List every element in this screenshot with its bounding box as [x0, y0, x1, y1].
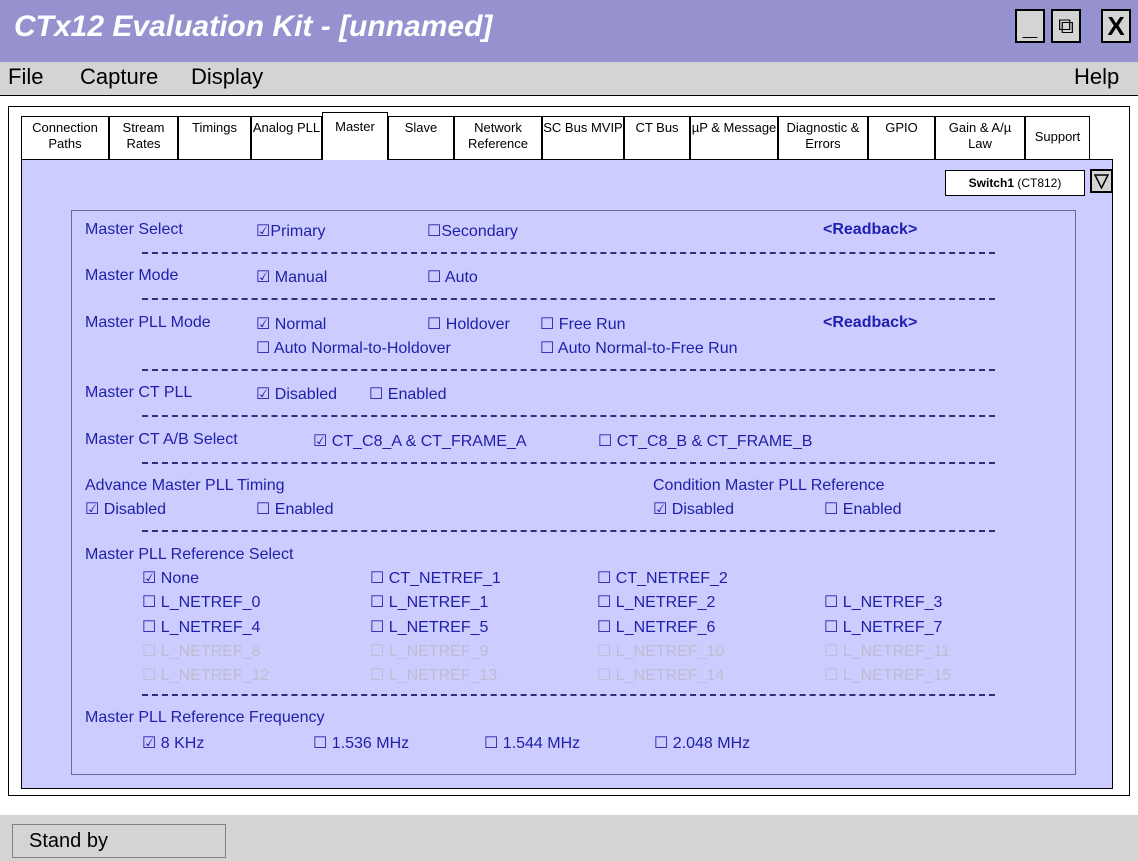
- condition-ref-label: Condition Master PLL Reference: [653, 477, 885, 494]
- tab-connection-paths[interactable]: Connection Paths: [21, 116, 109, 160]
- condition-enabled-checkbox[interactable]: ☐ Enabled: [824, 499, 902, 519]
- window-title: CTx12 Evaluation Kit - [unnamed]: [14, 10, 493, 43]
- tab-sc-bus-mvip[interactable]: SC Bus MVIP: [542, 116, 624, 160]
- master-pll-mode-label: Master PLL Mode: [85, 314, 211, 331]
- tab-gpio[interactable]: GPIO: [868, 116, 935, 160]
- master-mode-auto-checkbox[interactable]: ☐ Auto: [427, 267, 478, 287]
- separator: [142, 298, 995, 300]
- freq-1544-checkbox[interactable]: ☐ 1.544 MHz: [484, 733, 580, 753]
- ref-freq-label: Master PLL Reference Frequency: [85, 709, 325, 726]
- ref-l-netref-13-checkbox[interactable]: ☐ L_NETREF_13: [370, 665, 497, 685]
- advance-enabled-checkbox[interactable]: ☐ Enabled: [256, 499, 334, 519]
- minimize-button[interactable]: _: [1015, 9, 1045, 43]
- ref-l-netref-1-checkbox[interactable]: ☐ L_NETREF_1: [370, 592, 488, 612]
- master-select-label: Master Select: [85, 221, 183, 238]
- freq-8khz-checkbox[interactable]: ☑ 8 KHz: [142, 733, 204, 753]
- ref-l-netref-12-checkbox[interactable]: ☐ L_NETREF_12: [142, 665, 269, 685]
- ct-b-select-checkbox[interactable]: ☐ CT_C8_B & CT_FRAME_B: [598, 431, 812, 451]
- tab-slave[interactable]: Slave: [388, 116, 454, 160]
- ref-l-netref-4-checkbox[interactable]: ☐ L_NETREF_4: [142, 617, 260, 637]
- ct-a-select-checkbox[interactable]: ☑ CT_C8_A & CT_FRAME_A: [313, 431, 527, 451]
- ct-pll-disabled-checkbox[interactable]: ☑ Disabled: [256, 384, 337, 404]
- ref-l-netref-15-checkbox[interactable]: ☐ L_NETREF_15: [824, 665, 951, 685]
- ref-l-netref-6-checkbox[interactable]: ☐ L_NETREF_6: [597, 617, 715, 637]
- freq-2048-checkbox[interactable]: ☐ 2.048 MHz: [654, 733, 750, 753]
- ct-pll-enabled-checkbox[interactable]: ☐ Enabled: [369, 384, 447, 404]
- separator: [142, 694, 995, 696]
- pll-mode-auto-holdover-checkbox[interactable]: ☐ Auto Normal-to-Holdover: [256, 338, 451, 358]
- tab-master[interactable]: Master: [322, 112, 388, 160]
- master-ct-pll-label: Master CT PLL: [85, 384, 193, 401]
- separator: [142, 462, 995, 464]
- separator: [142, 252, 995, 254]
- ref-l-netref-9-checkbox[interactable]: ☐ L_NETREF_9: [370, 641, 488, 661]
- advance-timing-label: Advance Master PLL Timing: [85, 477, 285, 494]
- master-mode-label: Master Mode: [85, 267, 179, 284]
- ref-l-netref-14-checkbox[interactable]: ☐ L_NETREF_14: [597, 665, 724, 685]
- menu-capture[interactable]: Capture: [80, 64, 158, 90]
- triangle-down-icon: [1094, 173, 1109, 189]
- tab-support[interactable]: Support: [1025, 116, 1090, 160]
- tab-timings[interactable]: Timings: [178, 116, 251, 160]
- ref-l-netref-3-checkbox[interactable]: ☐ L_NETREF_3: [824, 592, 942, 612]
- ref-l-netref-5-checkbox[interactable]: ☐ L_NETREF_5: [370, 617, 488, 637]
- switch-dropdown-button[interactable]: [1090, 169, 1113, 193]
- minimize-icon: _: [1022, 10, 1038, 41]
- close-icon: X: [1107, 10, 1125, 41]
- menu-file[interactable]: File: [8, 64, 43, 90]
- switch-model: (CT812): [1017, 176, 1062, 190]
- master-select-readback-link[interactable]: <Readback>: [823, 221, 917, 239]
- pll-mode-free-run-checkbox[interactable]: ☐ Free Run: [540, 314, 625, 334]
- tab-gain-a-law[interactable]: Gain & A/µ Law: [935, 116, 1025, 160]
- tab-ct-bus[interactable]: CT Bus: [624, 116, 690, 160]
- pll-mode-readback-link[interactable]: <Readback>: [823, 314, 917, 332]
- tab-p-message[interactable]: µP & Message: [690, 116, 778, 160]
- pll-mode-normal-checkbox[interactable]: ☑ Normal: [256, 314, 326, 334]
- status-text: Stand by: [12, 824, 226, 858]
- title-bar: CTx12 Evaluation Kit - [unnamed]: [0, 0, 1138, 62]
- tab-diagnostic-errors[interactable]: Diagnostic & Errors: [778, 116, 868, 160]
- ref-l-netref-2-checkbox[interactable]: ☐ L_NETREF_2: [597, 592, 715, 612]
- master-ct-ab-label: Master CT A/B Select: [85, 431, 238, 448]
- ref-l-netref-7-checkbox[interactable]: ☐ L_NETREF_7: [824, 617, 942, 637]
- ref-l-netref-10-checkbox[interactable]: ☐ L_NETREF_10: [597, 641, 724, 661]
- menu-help[interactable]: Help: [1074, 64, 1119, 90]
- ref-ct-netref-1-checkbox[interactable]: ☐ CT_NETREF_1: [370, 568, 501, 588]
- switch-select[interactable]: Switch1 (CT812): [945, 170, 1085, 196]
- ref-ct-netref-2-checkbox[interactable]: ☐ CT_NETREF_2: [597, 568, 728, 588]
- separator: [142, 369, 995, 371]
- master-mode-manual-checkbox[interactable]: ☑ Manual: [256, 267, 327, 287]
- ref-select-label: Master PLL Reference Select: [85, 546, 294, 563]
- advance-disabled-checkbox[interactable]: ☑ Disabled: [85, 499, 166, 519]
- freq-1536-checkbox[interactable]: ☐ 1.536 MHz: [313, 733, 409, 753]
- ref-l-netref-0-checkbox[interactable]: ☐ L_NETREF_0: [142, 592, 260, 612]
- menu-display[interactable]: Display: [191, 64, 263, 90]
- switch-name: Switch1: [968, 176, 1014, 190]
- tab-analog-pll[interactable]: Analog PLL: [251, 116, 322, 160]
- restore-button[interactable]: ⧉: [1051, 9, 1081, 43]
- restore-icon: ⧉: [1058, 13, 1074, 38]
- close-button[interactable]: X: [1101, 9, 1131, 43]
- ref-l-netref-11-checkbox[interactable]: ☐ L_NETREF_11: [824, 641, 950, 661]
- ref-l-netref-8-checkbox[interactable]: ☐ L_NETREF_8: [142, 641, 260, 661]
- master-select-secondary-checkbox[interactable]: ☐Secondary: [427, 221, 518, 241]
- pll-mode-auto-free-run-checkbox[interactable]: ☐ Auto Normal-to-Free Run: [540, 338, 738, 358]
- tab-network-reference[interactable]: Network Reference: [454, 116, 542, 160]
- condition-disabled-checkbox[interactable]: ☑ Disabled: [653, 499, 734, 519]
- master-select-primary-checkbox[interactable]: ☑Primary: [256, 221, 325, 241]
- tab-stream-rates[interactable]: Stream Rates: [109, 116, 178, 160]
- separator: [142, 415, 995, 417]
- separator: [142, 530, 995, 532]
- pll-mode-holdover-checkbox[interactable]: ☐ Holdover: [427, 314, 510, 334]
- ref-none-checkbox[interactable]: ☑ None: [142, 568, 199, 588]
- menu-bar: File Capture Display Help: [0, 62, 1138, 96]
